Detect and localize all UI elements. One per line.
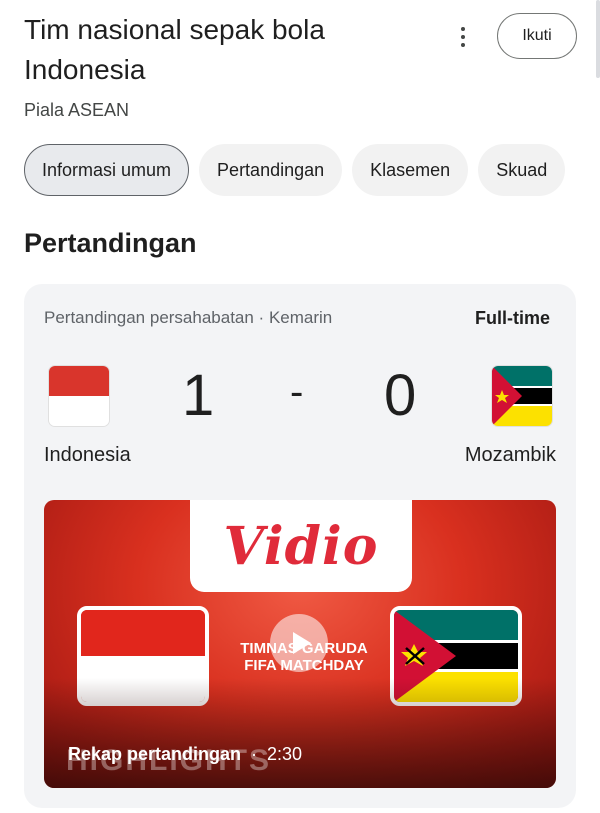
vidio-logo: Vidio	[190, 500, 412, 592]
match-status: Full-time	[475, 308, 550, 328]
scrollbar[interactable]	[596, 0, 600, 78]
video-thumbnail[interactable]: Vidio TIMNAS GARUDA FIFA MATCHDAY HIGHLI…	[44, 500, 556, 788]
match-card[interactable]: Pertandingan persahabatan · Kemarin Full…	[24, 284, 576, 808]
page-header: Tim nasional sepak bola Indonesia	[24, 10, 454, 90]
video-caption-separator: ·	[251, 744, 258, 764]
vidio-logo-text: Vidio	[223, 515, 379, 577]
video-caption-label: Rekap pertandingan	[68, 744, 242, 764]
away-score: 0	[384, 363, 417, 428]
away-team-name: Mozambik	[464, 444, 556, 466]
play-icon[interactable]	[270, 614, 328, 672]
match-meta: Pertandingan persahabatan · Kemarin	[44, 308, 333, 327]
page-subtitle: Piala ASEAN	[24, 100, 130, 120]
video-duration: 2:30	[267, 744, 303, 764]
more-vert-icon[interactable]	[452, 24, 474, 50]
tab-bar: Informasi umum Pertandingan Klasemen Sku…	[24, 144, 600, 196]
mozambique-flag-icon	[492, 366, 552, 426]
indonesia-flag-icon	[49, 366, 109, 426]
follow-button[interactable]: Ikuti	[497, 13, 577, 59]
score-separator: -	[290, 370, 304, 414]
home-team-name: Indonesia	[44, 444, 131, 466]
tab-pertandingan[interactable]: Pertandingan	[199, 144, 343, 196]
video-caption: Rekap pertandingan · 2:30	[68, 744, 302, 765]
tab-informasi-umum[interactable]: Informasi umum	[24, 144, 190, 196]
page-title: Tim nasional sepak bola Indonesia	[24, 14, 325, 85]
home-score: 1	[182, 363, 215, 428]
tab-klasemen[interactable]: Klasemen	[352, 144, 469, 196]
section-title: Pertandingan	[24, 228, 197, 258]
tab-skuad[interactable]: Skuad	[478, 144, 566, 196]
